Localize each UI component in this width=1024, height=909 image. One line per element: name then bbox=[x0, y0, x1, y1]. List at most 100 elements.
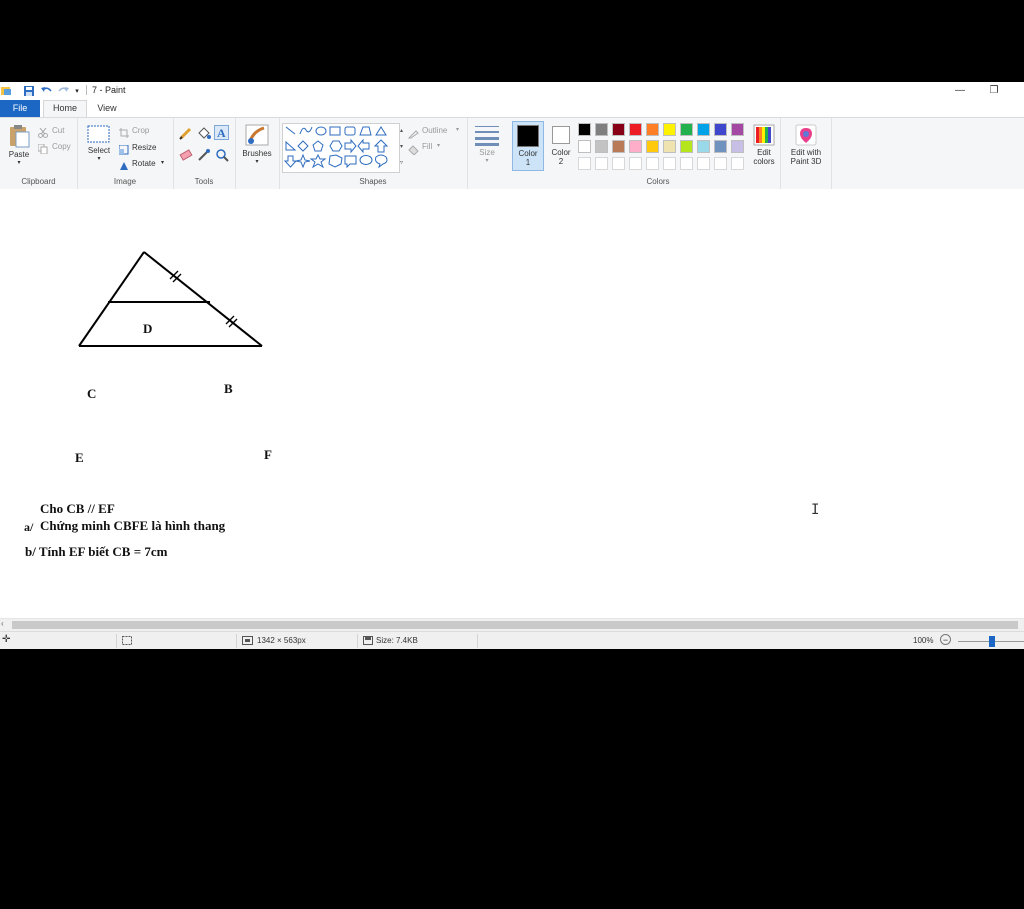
drawing-canvas[interactable]: D C B E F Cho CB // EF a/ Chứng minh CBF… bbox=[0, 189, 1024, 619]
color-swatch[interactable] bbox=[663, 140, 676, 153]
scroll-left-icon[interactable]: ‹ bbox=[1, 619, 4, 628]
color-swatch[interactable] bbox=[731, 123, 744, 136]
color-swatch[interactable] bbox=[629, 140, 642, 153]
eraser-icon[interactable] bbox=[179, 148, 193, 167]
select-dropdown-icon[interactable]: ▾ bbox=[85, 155, 113, 164]
fill-dropdown-icon[interactable]: ▾ bbox=[437, 142, 440, 149]
rotate-dropdown-icon[interactable]: ▾ bbox=[161, 159, 164, 166]
customize-quick-access-icon[interactable]: ▾ bbox=[72, 85, 82, 96]
custom-color-slot[interactable] bbox=[714, 157, 727, 170]
text-tool-icon[interactable]: A bbox=[214, 125, 229, 140]
tab-home[interactable]: Home bbox=[43, 100, 87, 118]
brushes-dropdown-icon[interactable]: ▾ bbox=[241, 158, 273, 167]
outline-button[interactable]: Outline bbox=[422, 126, 447, 135]
fill-icon bbox=[408, 142, 420, 160]
save-icon[interactable] bbox=[23, 85, 35, 96]
paint-window: ▾ 7 - Paint — ❐ File Home View Paste ▾ C… bbox=[0, 82, 1024, 649]
color1-swatch bbox=[517, 125, 539, 147]
select-button[interactable]: Select ▾ bbox=[85, 124, 113, 164]
magnifier-icon[interactable] bbox=[215, 148, 229, 167]
redo-icon[interactable] bbox=[57, 85, 69, 96]
paint3d-divider bbox=[831, 118, 832, 189]
minimize-button[interactable]: — bbox=[951, 83, 969, 97]
paste-button[interactable]: Paste ▾ bbox=[5, 124, 33, 168]
crop-button[interactable]: Crop bbox=[132, 126, 149, 135]
tab-view[interactable]: View bbox=[90, 100, 124, 117]
copy-button[interactable]: Copy bbox=[52, 142, 71, 151]
custom-color-slot[interactable] bbox=[629, 157, 642, 170]
brushes-button[interactable]: Brushes ▾ bbox=[241, 123, 273, 167]
cut-icon bbox=[38, 125, 50, 138]
custom-color-slot[interactable] bbox=[578, 157, 591, 170]
resize-button[interactable]: Resize bbox=[132, 143, 156, 152]
color-swatch[interactable] bbox=[612, 140, 625, 153]
custom-color-slot[interactable] bbox=[595, 157, 608, 170]
zoom-slider-thumb[interactable] bbox=[989, 636, 995, 647]
custom-color-slot[interactable] bbox=[612, 157, 625, 170]
rotate-button[interactable]: Rotate bbox=[132, 159, 156, 168]
color-swatch[interactable] bbox=[629, 123, 642, 136]
outline-dropdown-icon[interactable]: ▾ bbox=[456, 126, 459, 133]
colors-group-label: Colors bbox=[646, 177, 670, 186]
paint3d-icon bbox=[795, 124, 817, 146]
custom-color-slot[interactable] bbox=[731, 157, 744, 170]
image-dimensions-icon bbox=[242, 636, 253, 647]
color2-swatch bbox=[552, 126, 570, 144]
zoom-out-icon[interactable]: − bbox=[940, 634, 951, 645]
tools-group-label: Tools bbox=[194, 177, 214, 186]
color-swatch[interactable] bbox=[646, 140, 659, 153]
edit-colors-label-2: colors bbox=[753, 157, 775, 166]
custom-color-slot[interactable] bbox=[680, 157, 693, 170]
edit-colors-button[interactable]: Edit colors bbox=[748, 124, 780, 166]
color-swatch[interactable] bbox=[663, 123, 676, 136]
pencil-icon[interactable] bbox=[179, 126, 193, 145]
paint-app-icon[interactable] bbox=[0, 85, 12, 96]
brush-icon bbox=[245, 124, 269, 146]
color-swatch[interactable] bbox=[714, 140, 727, 153]
fill-button[interactable]: Fill bbox=[422, 142, 432, 151]
edit-with-paint3d-button[interactable]: Edit with Paint 3D bbox=[785, 124, 827, 166]
custom-color-slot[interactable] bbox=[697, 157, 710, 170]
image-dimensions: 1342 × 563px bbox=[257, 636, 306, 645]
color-swatch[interactable] bbox=[697, 123, 710, 136]
color-swatch[interactable] bbox=[612, 123, 625, 136]
color-picker-icon[interactable] bbox=[197, 148, 211, 167]
cut-button[interactable]: Cut bbox=[52, 126, 64, 135]
size-button[interactable]: Size ▾ bbox=[472, 124, 502, 166]
shapes-scroll-icon[interactable]: ▴ ▾ ▿ bbox=[398, 123, 405, 171]
line-size-icon bbox=[475, 126, 499, 146]
color-swatch[interactable] bbox=[680, 140, 693, 153]
brushes-label: Brushes bbox=[242, 149, 272, 158]
fill-bucket-icon[interactable] bbox=[197, 126, 211, 145]
paste-dropdown-icon[interactable]: ▾ bbox=[5, 159, 33, 168]
paste-icon bbox=[10, 125, 30, 148]
part-a-prefix: a/ bbox=[24, 520, 34, 534]
color-swatch[interactable] bbox=[646, 123, 659, 136]
color-swatch[interactable] bbox=[731, 140, 744, 153]
color-swatch[interactable] bbox=[595, 123, 608, 136]
color-swatch[interactable] bbox=[578, 140, 591, 153]
horizontal-scrollbar[interactable]: ‹ bbox=[0, 618, 1024, 631]
zoom-level: 100% bbox=[913, 636, 934, 645]
restore-button[interactable]: ❐ bbox=[985, 83, 1003, 97]
custom-color-slot[interactable] bbox=[646, 157, 659, 170]
copy-icon bbox=[37, 141, 50, 155]
scrollbar-thumb[interactable] bbox=[12, 621, 1018, 629]
custom-color-slot[interactable] bbox=[663, 157, 676, 170]
color1-button[interactable]: Color 1 bbox=[512, 121, 544, 171]
color2-number: 2 bbox=[558, 157, 564, 166]
file-size-icon bbox=[363, 636, 373, 647]
color-swatch[interactable] bbox=[714, 123, 727, 136]
tab-file[interactable]: File bbox=[0, 100, 40, 117]
color-swatch[interactable] bbox=[697, 140, 710, 153]
crop-icon bbox=[119, 125, 129, 143]
shapes-gallery[interactable] bbox=[282, 123, 400, 173]
color-swatch[interactable] bbox=[578, 123, 591, 136]
color-swatch[interactable] bbox=[595, 140, 608, 153]
undo-icon[interactable] bbox=[40, 85, 52, 96]
color-swatch[interactable] bbox=[680, 123, 693, 136]
size-label: Size bbox=[479, 148, 495, 157]
color2-button[interactable]: Color 2 bbox=[546, 121, 576, 171]
select-icon bbox=[87, 125, 110, 143]
text-cursor-icon: I bbox=[811, 502, 820, 518]
